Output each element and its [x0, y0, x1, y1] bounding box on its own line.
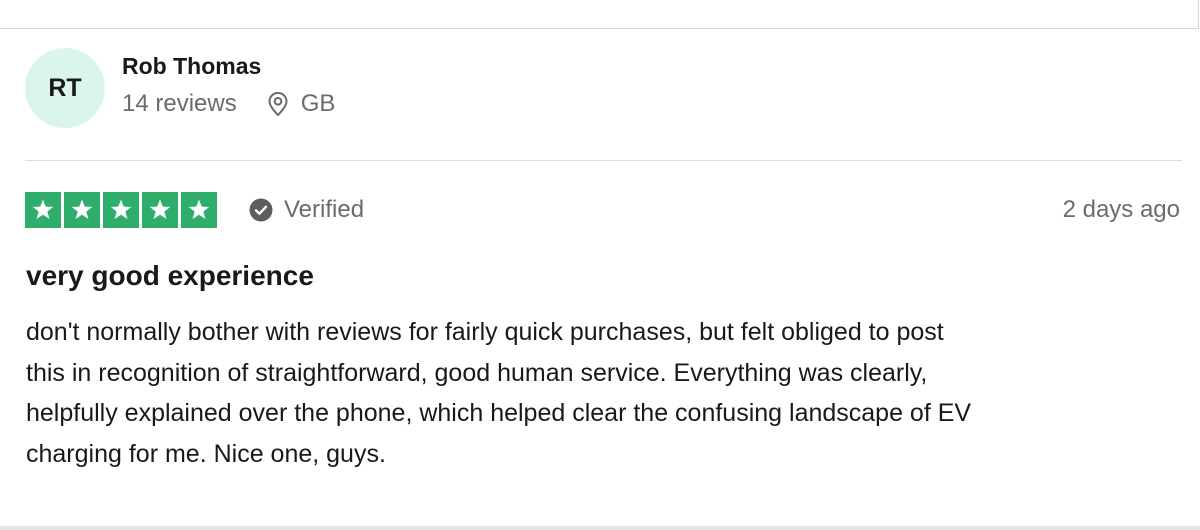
previous-review-card [0, 0, 1199, 29]
location-pin-icon [267, 91, 289, 117]
star-icon [181, 192, 217, 228]
star-icon [25, 192, 61, 228]
consumer-info[interactable]: RT Rob Thomas 14 reviews GB [25, 48, 335, 128]
consumer-details: Rob Thomas 14 reviews GB [122, 51, 335, 119]
star-icon [142, 192, 178, 228]
next-card-edge [0, 526, 1200, 530]
verified-label: Verified [284, 196, 365, 223]
rating-row: Verified 2 days ago [25, 192, 1180, 228]
avatar[interactable]: RT [25, 48, 105, 128]
verified-check-icon [249, 198, 273, 222]
review-title[interactable]: very good experience [26, 258, 314, 294]
star-icon [64, 192, 100, 228]
verified-badge[interactable]: Verified [249, 196, 364, 224]
consumer-name[interactable]: Rob Thomas [122, 51, 335, 81]
star-rating [25, 192, 217, 228]
reviews-count: 14 reviews [122, 90, 237, 117]
consumer-country: GB [300, 90, 336, 117]
consumer-meta: 14 reviews GB [122, 89, 335, 119]
review-date: 2 days ago [1062, 196, 1180, 223]
review-text-line: charging for me. Nice one, guys. [26, 439, 386, 468]
divider [25, 160, 1182, 161]
review-card: RT Rob Thomas 14 reviews GB Verified 2 d… [0, 30, 1200, 526]
review-page: RT Rob Thomas 14 reviews GB Verified 2 d… [0, 0, 1200, 530]
review-text-line: helpfully explained over the phone, whic… [26, 399, 972, 428]
review-text-line: this in recognition of straightforward, … [26, 358, 928, 387]
review-text-line: don't normally bother with reviews for f… [26, 318, 944, 346]
star-icon [103, 192, 139, 228]
review-text: don't normally bother with reviews for f… [26, 312, 1186, 474]
